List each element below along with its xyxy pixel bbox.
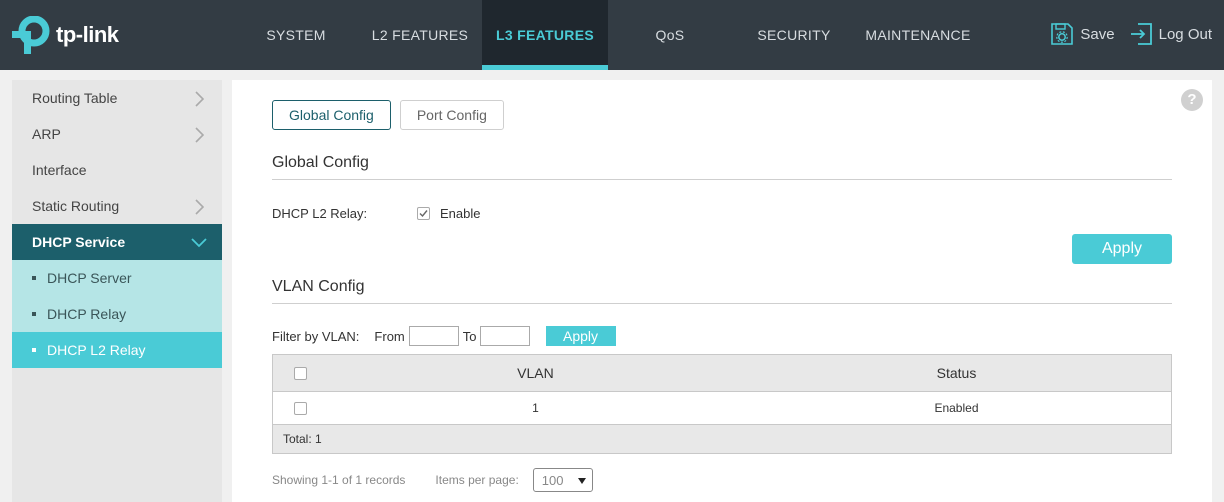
nav-qos[interactable]: QoS [608,0,732,70]
items-per-page-label: Items per page: [435,473,519,487]
nav-l3-features[interactable]: L3 FEATURES [482,0,608,70]
table-header: VLAN Status [273,355,1171,392]
enable-label: Enable [440,206,481,221]
tp-link-logo-icon [12,16,50,54]
help-icon[interactable]: ? [1181,89,1203,111]
content-panel: ? Global Config Port Config Global Confi… [232,80,1212,502]
nav-security[interactable]: SECURITY [732,0,856,70]
items-per-page-value: 100 [541,472,564,488]
chevron-right-icon [195,199,204,215]
vlan-to-input[interactable] [479,326,530,346]
save-label: Save [1080,25,1115,43]
showing-records: Showing 1-1 of 1 records [272,473,406,487]
sidebar-item-label: Routing Table [32,90,118,106]
nav-system[interactable]: SYSTEM [234,0,358,70]
tp-link-logo[interactable]: tp-link [12,15,119,55]
total-count: Total: 1 [283,432,322,446]
sidebar-item-interface[interactable]: Interface [12,152,222,188]
save-button[interactable]: Save [1050,22,1115,46]
sidebar-item-dhcp-service[interactable]: DHCP Service [12,224,222,260]
dhcp-l2-relay-label: DHCP L2 Relay: [272,206,368,221]
vlan-config-title: VLAN Config [272,278,365,295]
top-bar: tp-link SYSTEM L2 FEATURES L3 FEATURES Q… [0,0,1224,70]
chevron-down-icon [191,238,207,248]
tab-port-config[interactable]: Port Config [399,100,504,130]
sidebar-item-routing-table[interactable]: Routing Table [12,80,222,116]
row-checkbox[interactable] [294,401,308,415]
vlan-from-input[interactable] [408,326,459,346]
column-header-vlan[interactable]: VLAN [329,365,742,381]
vlan-table: VLAN Status 1 Enabled Total: 1 [272,354,1172,454]
table-row[interactable]: 1 Enabled [273,392,1171,425]
nav-l2-features[interactable]: L2 FEATURES [358,0,482,70]
to-label: To [462,328,477,344]
filter-apply-button[interactable]: Apply [545,326,616,346]
chevron-right-icon [195,91,204,107]
divider [272,179,1172,180]
cell-vlan: 1 [532,401,539,415]
sidebar-subitem-dhcp-server[interactable]: DHCP Server [12,260,222,296]
items-per-page-select[interactable]: 100 [532,468,593,492]
sidebar-subitem-label: DHCP L2 Relay [47,342,146,358]
sidebar-item-label: ARP [32,126,61,142]
brand-name: tp-link [56,22,119,47]
logout-button[interactable]: Log Out [1129,22,1212,46]
sidebar-subitem-label: DHCP Server [47,270,132,286]
select-all-checkbox[interactable] [294,366,308,380]
sidebar-item-label: Static Routing [32,198,120,214]
table-footer: Total: 1 [273,425,1171,453]
global-config-title: Global Config [272,154,369,171]
sidebar-item-label: DHCP Service [32,234,126,250]
filter-by-vlan-label: Filter by VLAN: [272,328,360,344]
dropdown-caret-icon [577,478,586,484]
config-tabs: Global Config Port Config [272,100,504,130]
top-actions: Save Log Out [1050,22,1212,46]
logout-icon [1130,23,1152,45]
sidebar-subitem-dhcp-relay[interactable]: DHCP Relay [12,296,222,332]
row-select-cell [273,401,329,415]
sidebar-item-static-routing[interactable]: Static Routing [12,188,222,224]
from-label: From [374,328,405,344]
tab-global-config[interactable]: Global Config [272,100,391,130]
sidebar-item-arp[interactable]: ARP [12,116,222,152]
save-icon [1051,23,1074,45]
sidebar-item-label: Interface [32,162,87,178]
column-header-status[interactable]: Status [742,365,1171,381]
global-apply-button[interactable]: Apply [1072,234,1172,264]
sidebar-subitem-label: DHCP Relay [47,306,127,322]
logout-label: Log Out [1158,25,1212,43]
select-all-cell [273,366,329,380]
divider [272,303,1172,304]
main-nav: SYSTEM L2 FEATURES L3 FEATURES QoS SECUR… [234,0,980,70]
checkmark-icon [419,210,428,218]
sidebar: Routing Table ARP Interface Static Routi… [12,80,222,502]
pagination: Showing 1-1 of 1 records Items per page:… [272,468,593,492]
enable-checkbox[interactable] [417,207,430,220]
bullet-icon [32,312,36,316]
bullet-icon [32,276,36,280]
enable-checkbox-wrap[interactable]: Enable [417,206,480,221]
cell-status: Enabled [934,401,979,415]
chevron-right-icon [195,127,204,143]
nav-maintenance[interactable]: MAINTENANCE [856,0,980,70]
vlan-filter-row: Filter by VLAN: From To Apply [272,325,616,347]
bullet-icon [32,348,36,352]
sidebar-subitem-dhcp-l2-relay[interactable]: DHCP L2 Relay [12,332,222,368]
